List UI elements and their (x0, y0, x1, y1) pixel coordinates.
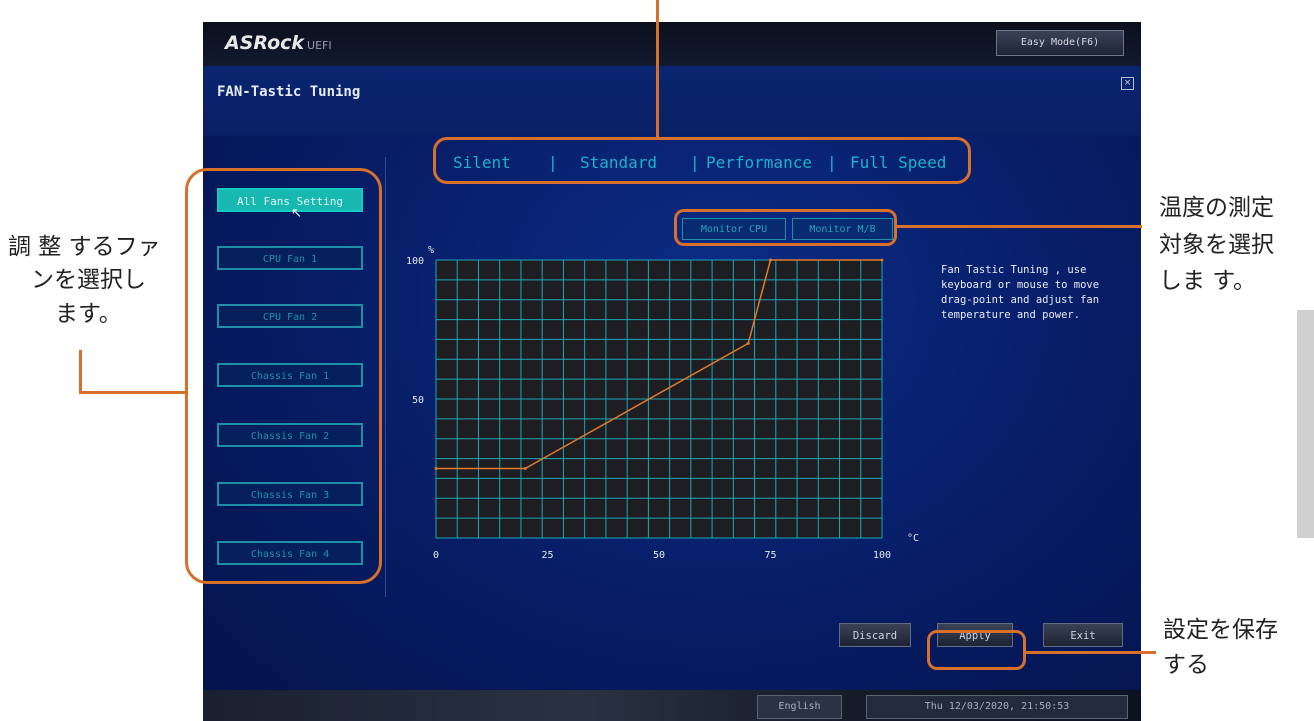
fan-callout-line-v (79, 350, 82, 394)
title-bar (203, 66, 1141, 136)
x-tick-label: 0 (433, 550, 439, 561)
annotation-fan-line-2: ンを選択し (31, 267, 146, 293)
annotation-monitor-line-1: 温度の測定 (1159, 195, 1274, 221)
side-tab (1297, 310, 1314, 538)
fan-list-highlight-ring (185, 168, 382, 584)
asrock-logo: ASRock UEFI (225, 32, 332, 54)
discard-button[interactable]: Discard (839, 623, 911, 647)
exit-button[interactable]: Exit (1043, 623, 1123, 647)
apply-highlight-ring (927, 630, 1026, 670)
annotation-save-line-2: する (1163, 652, 1209, 678)
close-icon[interactable]: × (1121, 77, 1134, 90)
page-title: FAN-Tastic Tuning (217, 84, 361, 100)
x-tick-label: 100 (873, 550, 891, 561)
datetime-display: Thu 12/03/2020, 21:50:53 (866, 695, 1128, 719)
fan-curve-point (769, 258, 772, 262)
monitor-callout-line (897, 225, 1142, 228)
x-tick-label: 50 (653, 550, 665, 561)
logo-uefi: UEFI (307, 39, 332, 52)
fan-curve-point (523, 467, 527, 470)
annotation-monitor-line-2: 対象を選択 (1159, 232, 1274, 258)
help-description: Fan Tastic Tuning , use keyboard or mous… (941, 264, 1100, 321)
fan-callout-line-h (79, 391, 185, 394)
sidebar-divider (385, 157, 386, 597)
logo-brand: ASRock (225, 32, 305, 54)
modes-highlight-ring (433, 137, 971, 184)
y-tick-label: 50 (412, 395, 424, 406)
x-tick-label: 75 (764, 550, 776, 561)
x-tick-label: 25 (541, 550, 553, 561)
fan-curve-chart[interactable]: 0 25 50 75 100 100 50 (403, 242, 923, 567)
easy-mode-button[interactable]: Easy Mode(F6) (996, 30, 1124, 56)
annotation-monitor-line-3: しま す。 (1159, 268, 1257, 294)
annotation-save-line-1: 設定を保存 (1163, 617, 1278, 643)
y-tick-label: 100 (406, 256, 424, 267)
fan-curve-point (434, 467, 438, 470)
annotation-fan-line-1: 調 整 するファ (8, 234, 161, 260)
language-button[interactable]: English (757, 695, 842, 719)
monitor-highlight-ring (674, 209, 897, 246)
fan-curve-point (746, 341, 750, 345)
modes-callout-line (656, 0, 659, 137)
apply-callout-line (1026, 651, 1156, 654)
annotation-fan-line-3: ます。 (55, 301, 122, 327)
fan-curve-point (880, 258, 884, 262)
